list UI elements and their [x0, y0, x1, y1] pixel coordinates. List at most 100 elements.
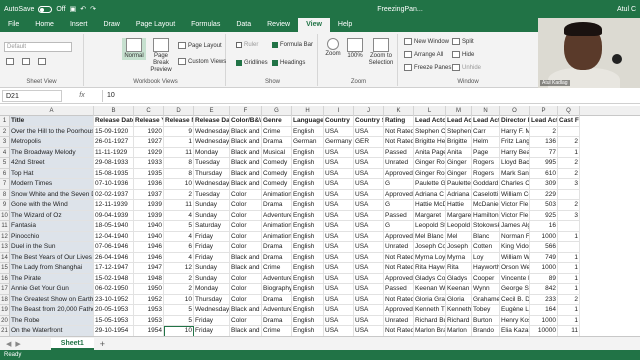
table-cell[interactable]: 1953 — [134, 315, 164, 326]
table-cell[interactable]: 10000 — [530, 326, 558, 336]
worksheet-grid[interactable]: ABCDEFGHIJKLMNOPQ 1 Title Release Date Rele… — [0, 106, 640, 336]
column-header-N[interactable]: N — [472, 106, 500, 116]
table-cell[interactable]: Kenneth — [446, 305, 472, 316]
table-cell[interactable]: Elia Kazan — [500, 326, 530, 336]
table-cell[interactable]: English — [292, 210, 324, 221]
table-cell[interactable]: English — [292, 221, 324, 232]
table-cell[interactable]: Animation — [262, 231, 292, 242]
table-cell[interactable]: Drama — [262, 252, 292, 263]
header-cell[interactable]: Genre — [262, 116, 292, 127]
table-cell[interactable]: USA — [354, 147, 384, 158]
table-cell[interactable]: 1000 — [530, 231, 558, 242]
table-cell[interactable]: Passed — [384, 147, 414, 158]
gridlines-checkbox[interactable]: Gridlines — [236, 60, 268, 66]
table-cell[interactable]: 1939 — [134, 210, 164, 221]
column-header-P[interactable]: P — [530, 106, 558, 116]
table-cell[interactable]: Friday — [194, 242, 230, 253]
zoom-button[interactable]: Zoom — [322, 38, 344, 58]
table-cell[interactable]: 1933 — [134, 158, 164, 169]
table-cell[interactable]: Anita — [446, 147, 472, 158]
column-header-H[interactable]: H — [292, 106, 324, 116]
row-header[interactable]: 1 — [0, 116, 10, 127]
table-cell[interactable]: English — [292, 273, 324, 284]
table-cell[interactable]: USA — [354, 252, 384, 263]
table-cell[interactable]: USA — [354, 158, 384, 169]
table-cell[interactable]: 749 — [530, 252, 558, 263]
custom-views-button[interactable]: Custom Views — [178, 58, 226, 65]
table-cell[interactable]: Not Rated — [384, 137, 414, 148]
table-cell[interactable]: Margaret — [414, 210, 446, 221]
menu-tab-review[interactable]: Review — [259, 18, 298, 32]
table-cell[interactable]: Victor Fle — [500, 200, 530, 211]
table-cell[interactable]: English — [292, 168, 324, 179]
table-cell[interactable]: Norman F — [500, 231, 530, 242]
table-cell[interactable]: Monday — [194, 147, 230, 158]
table-cell[interactable]: USA — [324, 168, 354, 179]
table-cell[interactable]: James Alg — [500, 221, 530, 232]
table-cell[interactable]: 20-05-1953 — [94, 305, 134, 316]
table-cell[interactable]: 1952 — [134, 294, 164, 305]
table-cell[interactable]: Page — [472, 147, 500, 158]
table-cell[interactable]: Black and — [230, 326, 262, 336]
column-header-G[interactable]: G — [262, 106, 292, 116]
table-cell[interactable]: English — [292, 242, 324, 253]
table-cell[interactable]: Drama — [262, 242, 292, 253]
table-cell[interactable]: 11 — [558, 326, 580, 336]
table-cell[interactable]: Animation — [262, 221, 292, 232]
table-cell[interactable]: Rita Haywo — [414, 263, 446, 274]
table-cell[interactable]: Approved — [384, 273, 414, 284]
table-cell[interactable]: 566 — [530, 242, 558, 253]
table-cell[interactable]: Paulette G — [414, 179, 446, 190]
table-cell[interactable]: Not Rated — [384, 294, 414, 305]
table-cell[interactable]: Black and — [230, 168, 262, 179]
row-header[interactable]: 8 — [0, 189, 10, 200]
zoom-to-selection-button[interactable]: Zoom to Selection — [366, 38, 396, 67]
row-header[interactable]: 12 — [0, 231, 10, 242]
table-cell[interactable]: 1937 — [134, 189, 164, 200]
table-cell[interactable]: 4 — [164, 231, 194, 242]
table-cell[interactable]: Passed — [384, 284, 414, 295]
table-cell[interactable]: Adventure — [262, 210, 292, 221]
table-cell[interactable]: Paulette — [446, 179, 472, 190]
table-cell[interactable]: 1927 — [134, 137, 164, 148]
unhide-button[interactable]: Unhide — [452, 64, 481, 71]
table-cell[interactable]: USA — [354, 326, 384, 336]
table-cell[interactable]: 15-08-1935 — [94, 168, 134, 179]
table-cell[interactable]: Harry F. M — [500, 126, 530, 137]
name-box[interactable]: D21 — [2, 89, 62, 102]
table-cell[interactable]: 26-01-1927 — [94, 137, 134, 148]
table-cell[interactable]: Richard Bu — [414, 315, 446, 326]
table-cell[interactable]: Kenneth T — [414, 305, 446, 316]
sheet-tab-sheet1[interactable]: Sheet1 — [50, 337, 94, 350]
table-cell[interactable]: Tobey — [472, 305, 500, 316]
table-cell[interactable]: Brando — [472, 326, 500, 336]
column-header-F[interactable]: F — [230, 106, 262, 116]
table-cell[interactable]: USA — [324, 242, 354, 253]
table-cell[interactable]: Annie Get Your Gun — [10, 284, 94, 295]
table-cell[interactable]: Cooper — [472, 273, 500, 284]
table-cell[interactable]: 2 — [558, 158, 580, 169]
table-cell[interactable]: George Sid — [500, 284, 530, 295]
table-cell[interactable]: English — [292, 200, 324, 211]
table-cell[interactable]: Pinocchio — [10, 231, 94, 242]
table-cell[interactable]: 1954 — [134, 326, 164, 336]
table-cell[interactable]: Hattie McD — [414, 200, 446, 211]
table-cell[interactable]: Myrna — [446, 252, 472, 263]
table-cell[interactable]: 1 — [558, 315, 580, 326]
table-cell[interactable]: Animation — [262, 189, 292, 200]
table-cell[interactable]: Lloyd Baco — [500, 158, 530, 169]
table-cell[interactable]: Caselotti — [472, 189, 500, 200]
table-cell[interactable]: Comedy — [262, 158, 292, 169]
row-header[interactable]: 16 — [0, 273, 10, 284]
menu-tab-data[interactable]: Data — [228, 18, 259, 32]
table-cell[interactable]: Ginger — [446, 168, 472, 179]
column-header-L[interactable]: L — [414, 106, 446, 116]
table-cell[interactable]: 1000 — [530, 263, 558, 274]
menu-tab-insert[interactable]: Insert — [62, 18, 96, 32]
table-cell[interactable]: USA — [354, 179, 384, 190]
table-cell[interactable]: 09-04-1939 — [94, 210, 134, 221]
table-cell[interactable] — [558, 221, 580, 232]
arrange-all-button[interactable]: Arrange All — [404, 51, 443, 58]
table-cell[interactable]: USA — [324, 294, 354, 305]
table-cell[interactable]: 1 — [558, 252, 580, 263]
